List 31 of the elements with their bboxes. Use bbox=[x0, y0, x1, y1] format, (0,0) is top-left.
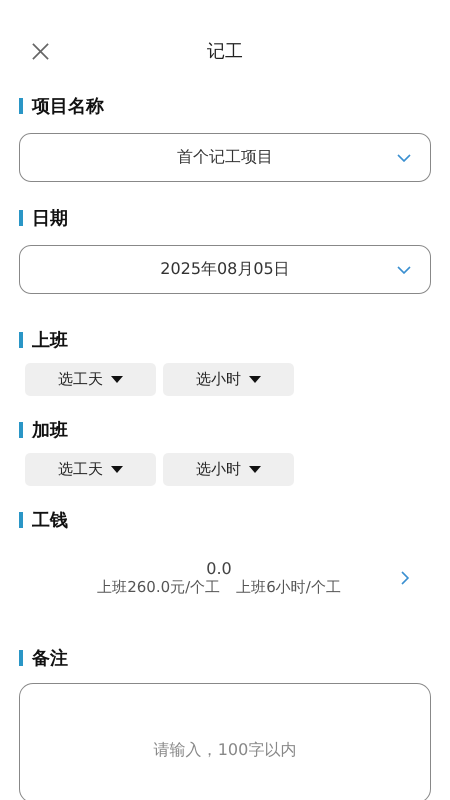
section-title: 日期 bbox=[32, 207, 68, 230]
dropdown-field[interactable]: 2025年08月05日 bbox=[19, 245, 431, 294]
caret-icon bbox=[249, 466, 261, 473]
caret-icon bbox=[249, 376, 261, 383]
picker-button[interactable]: 选工天 bbox=[25, 453, 156, 486]
section-marker bbox=[19, 650, 23, 666]
section-title: 加班 bbox=[32, 419, 68, 442]
caret-icon bbox=[111, 376, 123, 383]
picker-button[interactable]: 选小时 bbox=[163, 363, 294, 396]
picker-button[interactable]: 选工天 bbox=[25, 363, 156, 396]
section-marker bbox=[19, 512, 23, 528]
close-icon[interactable] bbox=[31, 42, 50, 61]
dropdown-field[interactable]: 首个记工项目 bbox=[19, 133, 431, 182]
chevron-down-icon bbox=[397, 266, 411, 274]
note-field[interactable]: 请输入，100字以内 bbox=[19, 683, 431, 800]
page-title: 记工 bbox=[207, 40, 243, 64]
section-title: 上班 bbox=[32, 329, 68, 352]
section-marker bbox=[19, 210, 23, 226]
caret-icon bbox=[111, 466, 123, 473]
section-marker bbox=[19, 98, 23, 114]
wage-rate: 上班6小时/个工 bbox=[236, 578, 341, 597]
chevron-right-icon[interactable] bbox=[401, 571, 409, 585]
section-title: 工钱 bbox=[32, 509, 68, 532]
wage-rate: 上班260.0元/个工 bbox=[97, 578, 220, 597]
chevron-down-icon bbox=[397, 154, 411, 162]
wage-amount: 0.0 bbox=[206, 559, 232, 578]
section-title: 项目名称 bbox=[32, 95, 104, 118]
picker-button[interactable]: 选小时 bbox=[163, 453, 294, 486]
section-marker bbox=[19, 332, 23, 348]
section-marker bbox=[19, 422, 23, 438]
section-title: 备注 bbox=[32, 647, 68, 670]
